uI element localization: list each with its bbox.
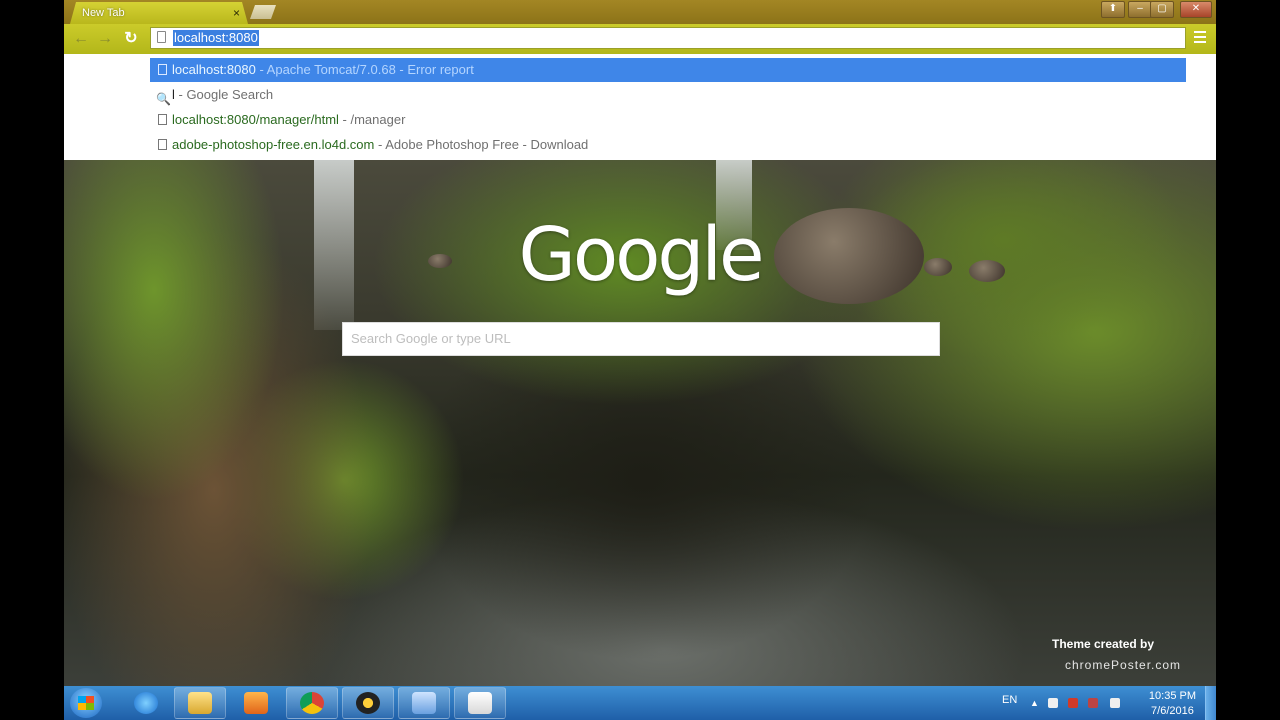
google-logo: Google	[518, 212, 765, 298]
clock-time: 10:35 PM	[1148, 690, 1196, 702]
page-icon	[157, 31, 166, 43]
suggestion-url: localhost:8080	[172, 62, 256, 77]
rock	[428, 254, 452, 268]
tray-expand-icon[interactable]: ▲	[1030, 698, 1040, 708]
show-desktop-button[interactable]	[1205, 686, 1216, 720]
control-panel-icon[interactable]	[398, 687, 450, 719]
back-icon[interactable]: ←	[70, 28, 92, 50]
suggestion-item[interactable]: 🔍 l - Google Search	[150, 83, 1186, 107]
tab-title: New Tab	[82, 7, 125, 19]
clock-date: 7/6/2016	[1151, 705, 1194, 717]
new-tab-button[interactable]	[250, 5, 276, 19]
suggestion-url: adobe-photoshop-free.en.lo4d.com	[172, 137, 375, 152]
chrome-icon[interactable]	[286, 687, 338, 719]
security-icon[interactable]	[1068, 698, 1078, 708]
browser-window: New Tab × ⬆ – ▢ ✕ ← → ↻ localhost:8080 l…	[64, 0, 1216, 686]
taskbar: EN ▲ 10:35 PM 7/6/2016	[64, 686, 1216, 720]
volume-icon[interactable]	[1110, 698, 1120, 708]
ie-icon[interactable]	[120, 687, 172, 719]
waterfall-left	[314, 160, 354, 330]
suggestion-desc: - Adobe Photoshop Free - Download	[374, 137, 589, 152]
suggestion-desc: - /manager	[338, 112, 406, 127]
omnibox-suggestions: localhost:8080 - Apache Tomcat/7.0.68 - …	[64, 54, 1216, 160]
java-icon[interactable]	[454, 687, 506, 719]
address-bar-text[interactable]: localhost:8080	[173, 30, 259, 46]
profile-icon[interactable]: ⬆	[1101, 1, 1125, 18]
menu-icon[interactable]	[1194, 31, 1206, 43]
search-input[interactable]: Search Google or type URL	[342, 322, 940, 356]
new-tab-page: Google Search Google or type URL Theme c…	[64, 160, 1216, 686]
clock[interactable]: 10:35 PM 7/6/2016	[1149, 689, 1196, 719]
page-icon	[158, 64, 167, 75]
system-tray: EN ▲ 10:35 PM 7/6/2016	[996, 686, 1216, 720]
page-icon	[158, 114, 167, 125]
suggestion-item[interactable]: localhost:8080/manager/html - /manager	[150, 108, 1186, 132]
minimize-button[interactable]: –	[1128, 1, 1152, 18]
media-player-icon[interactable]	[230, 687, 282, 719]
tab-new-tab[interactable]: New Tab ×	[70, 2, 248, 24]
suggestion-desc: - Apache Tomcat/7.0.68 - Error report	[255, 62, 474, 77]
flag-icon[interactable]	[1048, 698, 1058, 708]
start-button[interactable]	[70, 688, 102, 718]
suggestion-item[interactable]: localhost:8080 - Apache Tomcat/7.0.68 - …	[150, 58, 1186, 82]
suggestion-item[interactable]: adobe-photoshop-free.en.lo4d.com - Adobe…	[150, 133, 1186, 157]
maximize-button[interactable]: ▢	[1150, 1, 1174, 18]
address-bar[interactable]: localhost:8080	[150, 27, 1186, 49]
reload-icon[interactable]: ↻	[120, 28, 142, 50]
boulder	[774, 208, 924, 304]
tab-close-icon[interactable]: ×	[233, 2, 240, 24]
forward-icon[interactable]: →	[94, 28, 116, 50]
tab-strip: New Tab × ⬆ – ▢ ✕	[64, 0, 1216, 24]
network-icon[interactable]	[1088, 698, 1098, 708]
rock	[924, 258, 952, 276]
page-icon	[158, 139, 167, 150]
windows-logo-icon	[78, 696, 94, 710]
rock	[969, 260, 1005, 282]
close-button[interactable]: ✕	[1180, 1, 1212, 18]
language-indicator[interactable]: EN	[1002, 694, 1017, 706]
music-icon[interactable]	[342, 687, 394, 719]
suggestion-desc: - Google Search	[174, 87, 274, 102]
theme-credit-label: Theme created by	[1052, 637, 1155, 651]
suggestion-url: localhost:8080/manager/html	[172, 112, 339, 127]
theme-credit-link[interactable]: chromePoster.com	[1065, 658, 1181, 672]
toolbar: ← → ↻ localhost:8080	[64, 24, 1216, 54]
explorer-icon[interactable]	[174, 687, 226, 719]
